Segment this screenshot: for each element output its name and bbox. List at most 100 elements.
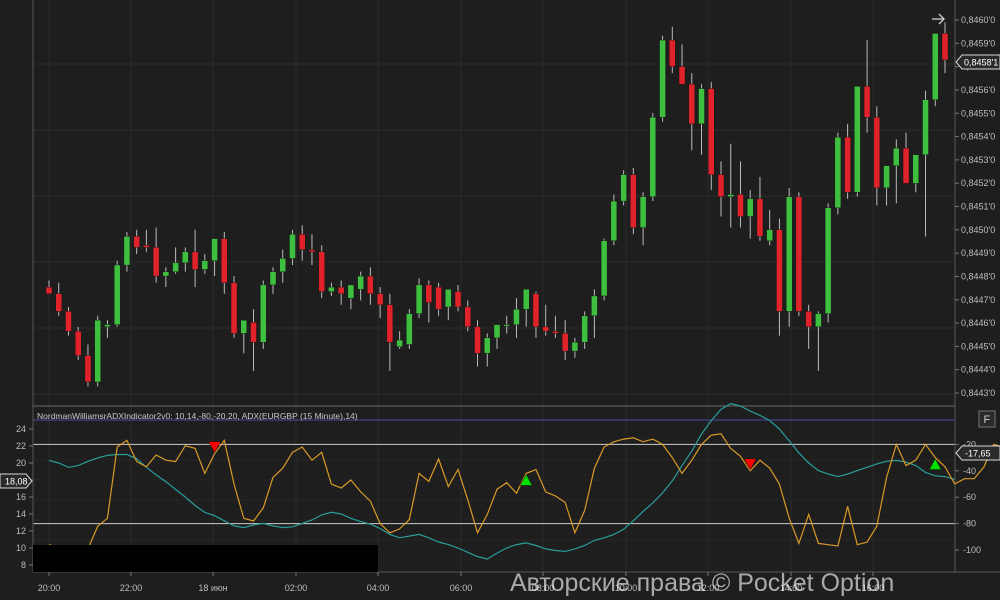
candle-down xyxy=(737,194,744,217)
candle-down xyxy=(143,245,150,248)
adx-value-tag: 18,08 xyxy=(0,473,33,489)
candle-down xyxy=(863,86,871,118)
wpr-tick-label: -80 xyxy=(963,519,976,529)
price-tick-label: 0,8460'0 xyxy=(961,15,995,25)
candle-up xyxy=(610,200,618,241)
price-tick-label: 0,8452'0 xyxy=(961,178,995,188)
adx-tick-label: 16 xyxy=(16,492,26,502)
time-tick-label: 04:00 xyxy=(367,583,390,593)
candle-up xyxy=(113,264,121,325)
candle-up xyxy=(834,136,842,208)
time-tick-label: 22:00 xyxy=(120,583,143,593)
candle-up xyxy=(123,236,131,266)
candle-up xyxy=(104,324,111,328)
candle-up xyxy=(328,286,335,292)
time-tick-label: 20:00 xyxy=(38,583,61,593)
chart-background xyxy=(0,0,1000,600)
indicator-settings-label: F xyxy=(984,414,991,426)
candle-down xyxy=(376,293,384,305)
candle-up xyxy=(600,240,608,297)
candle-down xyxy=(688,83,695,125)
candle-up xyxy=(445,289,452,308)
candle-up xyxy=(883,165,890,189)
candle-down xyxy=(84,355,92,383)
candle-down xyxy=(776,229,783,312)
candle-down xyxy=(873,117,881,189)
price-tick-label: 0,8449'0 xyxy=(961,248,995,258)
candle-up xyxy=(357,275,364,290)
adx-tick-label: 24 xyxy=(16,424,26,434)
candle-up xyxy=(698,88,705,125)
price-tick-label: 0,8448'0 xyxy=(961,271,995,281)
candle-up xyxy=(396,339,403,347)
candle-down xyxy=(250,322,257,343)
candle-up xyxy=(620,174,627,202)
candle-down xyxy=(454,291,462,308)
candle-down xyxy=(844,136,851,193)
candle-up xyxy=(347,284,355,299)
adx-tick-label: 20 xyxy=(16,458,26,468)
candle-up xyxy=(406,313,413,345)
wpr-value-tag: -17,65 xyxy=(955,445,1000,461)
candle-up xyxy=(932,33,939,100)
candle-down xyxy=(65,311,72,332)
candle-up xyxy=(747,198,754,217)
candle-up xyxy=(484,337,491,354)
candle-up xyxy=(523,289,530,310)
price-tick-label: 0,8446'0 xyxy=(961,318,995,328)
redacted-block xyxy=(33,545,378,572)
wpr-tick-label: -60 xyxy=(963,492,976,502)
candle-down xyxy=(435,286,442,310)
adx-tick-label: 12 xyxy=(16,526,26,536)
wpr-tick-label: -40 xyxy=(963,466,976,476)
price-tick-label: 0,8454'0 xyxy=(961,132,995,142)
candle-up xyxy=(201,260,209,270)
candle-down xyxy=(902,147,910,184)
candle-up xyxy=(649,117,657,197)
candle-down xyxy=(795,196,803,312)
candle-up xyxy=(659,39,666,118)
candle-up xyxy=(240,320,247,334)
candle-up xyxy=(815,313,822,328)
adx-tick-label: 14 xyxy=(16,509,26,519)
candle-down xyxy=(308,249,316,253)
candle-up xyxy=(513,308,520,325)
price-tick-label: 0,8445'0 xyxy=(961,341,995,351)
current-price-label: 0,8458'1 xyxy=(964,58,998,68)
candle-down xyxy=(318,251,325,292)
candle-down xyxy=(425,284,433,303)
candle-down xyxy=(552,331,559,334)
candle-down xyxy=(464,306,471,328)
candle-up xyxy=(727,194,734,197)
price-tick-label: 0,8444'0 xyxy=(961,365,995,375)
price-tick-label: 0,8450'0 xyxy=(961,225,995,235)
candle-up xyxy=(581,315,588,343)
candle-up xyxy=(766,229,773,241)
candle-down xyxy=(230,282,238,334)
price-tick-label: 0,8453'0 xyxy=(961,155,995,165)
candle-down xyxy=(678,66,686,85)
candle-down xyxy=(805,311,812,328)
candle-up xyxy=(893,147,900,166)
candle-down xyxy=(152,247,160,277)
candle-up xyxy=(260,284,267,343)
time-tick-label: 02:00 xyxy=(285,583,308,593)
candle-down xyxy=(941,33,949,61)
candle-up xyxy=(591,295,598,316)
chart-canvas[interactable]: 0,8460'00,8459'00,8457'00,8456'00,8455'0… xyxy=(0,0,1000,600)
candle-down xyxy=(708,88,715,175)
candle-up xyxy=(279,258,286,272)
adx-tick-label: 10 xyxy=(16,543,26,553)
price-tick-label: 0,8455'0 xyxy=(961,108,995,118)
time-tick-label: 18 июн xyxy=(198,583,227,593)
watermark: Авторские права © Pocket Option xyxy=(510,569,894,597)
candle-down xyxy=(133,236,140,248)
price-tick-label: 0,8456'0 xyxy=(961,85,995,95)
candle-down xyxy=(221,238,228,283)
candle-down xyxy=(55,293,62,312)
indicator-settings-button[interactable]: F xyxy=(978,410,996,428)
candle-down xyxy=(299,233,306,250)
candle-up xyxy=(211,238,218,261)
candle-up xyxy=(172,262,179,272)
candle-up xyxy=(182,251,189,264)
